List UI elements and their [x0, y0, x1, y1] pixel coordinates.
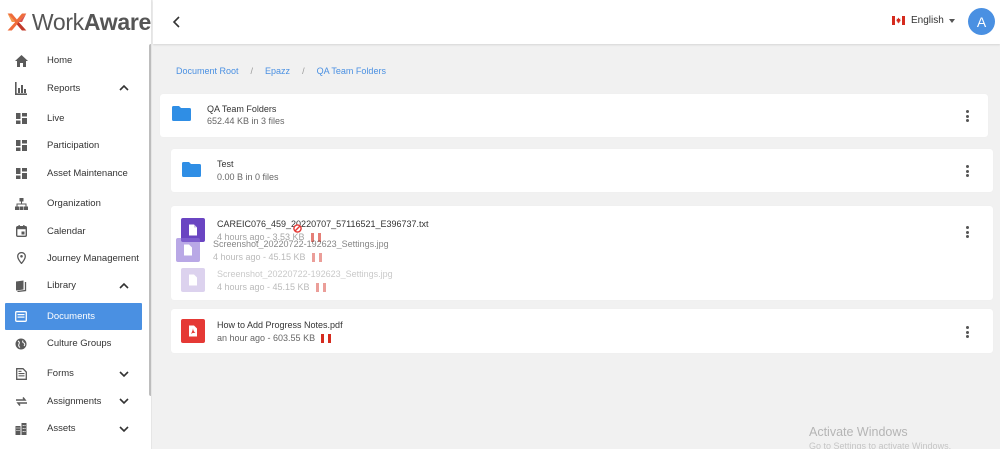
file-name[interactable]: CAREIC076_459_20220707_57116521_E396737.…: [217, 219, 429, 229]
sidebar-item-label: Asset Maintenance: [47, 167, 128, 179]
image-file-icon: [176, 238, 200, 262]
more-options-icon[interactable]: [961, 325, 973, 339]
building-icon: [14, 422, 28, 436]
canada-flag-icon: [321, 333, 334, 343]
sidebar-item-label: Culture Groups: [47, 338, 112, 350]
sidebar-item-calendar[interactable]: Calendar: [0, 217, 151, 244]
folder-name: Test: [217, 159, 234, 169]
folder-name: QA Team Folders: [207, 104, 277, 114]
sidebar-item-label: Organization: [47, 198, 101, 210]
sidebar-item-organization[interactable]: Organization: [0, 190, 151, 217]
sidebar-item-participation[interactable]: Participation: [0, 132, 151, 159]
dashboard-icon: [14, 166, 28, 180]
more-options-icon[interactable]: [961, 109, 973, 123]
caret-down-icon: [948, 18, 955, 23]
sidebar-item-documents[interactable]: Documents: [5, 302, 142, 330]
book-icon: [14, 279, 28, 293]
map-pin-icon: [14, 251, 28, 265]
breadcrumb-separator: /: [302, 66, 305, 76]
sidebar-item-label: Journey Management: [47, 252, 139, 264]
breadcrumb-item-document-root[interactable]: Document Root: [176, 66, 239, 76]
forms-icon: [14, 367, 28, 381]
file-meta: an hour ago - 603.55 KB: [217, 333, 334, 343]
chevron-down-icon[interactable]: [119, 424, 129, 434]
file-meta: 4 hours ago - 45.15 KB: [217, 282, 329, 292]
folder-icon: [182, 162, 201, 177]
top-bar: English A: [153, 0, 1000, 44]
workaware-logo-icon: [7, 13, 27, 31]
sidebar-item-label: Calendar: [47, 225, 86, 237]
folder-row-qa-team-folders[interactable]: QA Team Folders 652.44 KB in 3 files: [160, 94, 988, 137]
sidebar-item-label: Participation: [47, 140, 100, 152]
sidebar-scrollbar[interactable]: [149, 44, 151, 396]
canada-flag-icon: [311, 252, 325, 262]
document-icon: [14, 309, 28, 323]
activate-windows-subtitle: Go to Settings to activate Windows.: [809, 441, 952, 449]
brand-name: WorkAware: [31, 8, 151, 35]
breadcrumb: Document Root / Epazz / QA Team Folders: [176, 66, 386, 76]
more-options-icon[interactable]: [961, 225, 973, 239]
more-options-icon[interactable]: [961, 164, 973, 178]
breadcrumb-item-epazz[interactable]: Epazz: [265, 66, 290, 76]
breadcrumb-separator: /: [250, 66, 254, 76]
sidebar-item-culture-groups[interactable]: Culture Groups: [0, 330, 151, 357]
sidebar-item-assets[interactable]: Assets: [0, 415, 151, 442]
language-label: English: [911, 15, 944, 26]
drag-preview: Screenshot_20220722-192623_Settings.jpg …: [176, 236, 876, 266]
sync-icon: [14, 394, 28, 408]
sidebar-item-label: Reports: [47, 82, 81, 94]
sidebar-item-journey-management[interactable]: Journey Management: [0, 245, 151, 272]
sidebar-item-library[interactable]: Library: [0, 272, 151, 299]
sidebar-item-live[interactable]: Live: [0, 105, 151, 132]
chevron-up-icon[interactable]: [119, 83, 129, 93]
sidebar: WorkAware Home Reports Live Participatio…: [0, 0, 152, 449]
sidebar-item-asset-maintenance[interactable]: Asset Maintenance: [0, 160, 151, 187]
folder-meta: 652.44 KB in 3 files: [207, 116, 285, 126]
activate-windows-title: Activate Windows: [809, 425, 908, 439]
reports-icon: [14, 81, 28, 95]
canada-flag-icon: [315, 282, 329, 292]
file-name: How to Add Progress Notes.pdf: [217, 320, 343, 330]
sidebar-item-forms[interactable]: Forms: [0, 360, 151, 387]
canada-flag-icon: [892, 16, 905, 25]
avatar[interactable]: A: [968, 8, 995, 35]
pdf-file-icon: [181, 319, 205, 343]
chevron-down-icon[interactable]: [119, 369, 129, 379]
sidebar-item-label: Assignments: [47, 395, 102, 407]
folder-row-test[interactable]: Test 0.00 B in 0 files: [171, 149, 993, 192]
language-selector[interactable]: English: [892, 15, 955, 26]
chevron-down-icon[interactable]: [119, 396, 129, 406]
sidebar-item-label: Assets: [47, 423, 76, 435]
sidebar-item-label: Home: [47, 55, 73, 67]
no-drop-cursor-icon: [293, 224, 302, 233]
org-chart-icon: [14, 197, 28, 211]
sidebar-item-reports[interactable]: Reports: [0, 74, 151, 101]
sidebar-item-label: Library: [47, 280, 77, 292]
sidebar-item-label: Forms: [47, 368, 74, 380]
drag-file-name: Screenshot_20220722-192623_Settings.jpg: [213, 239, 389, 249]
file-name[interactable]: Screenshot_20220722-192623_Settings.jpg: [217, 269, 393, 279]
drag-file-meta: 4 hours ago - 45.15 KB: [213, 252, 325, 262]
image-file-icon: [181, 268, 205, 292]
chevron-up-icon[interactable]: [119, 281, 129, 291]
sidebar-item-assignments[interactable]: Assignments: [0, 388, 151, 415]
calendar-icon: [14, 224, 28, 238]
folder-meta: 0.00 B in 0 files: [217, 172, 279, 182]
file-row-pdf[interactable]: How to Add Progress Notes.pdf an hour ag…: [171, 309, 993, 353]
sidebar-item-home[interactable]: Home: [0, 47, 151, 74]
sidebar-nav: Home Reports Live Participation Asset Ma…: [0, 47, 151, 442]
back-chevron-icon[interactable]: [171, 15, 183, 29]
dashboard-icon: [14, 111, 28, 125]
breadcrumb-item-qa-team-folders[interactable]: QA Team Folders: [317, 66, 386, 76]
workaware-logo[interactable]: WorkAware: [0, 0, 151, 44]
sidebar-item-label: Documents: [47, 310, 96, 322]
globe-icon: [14, 337, 28, 351]
folder-icon: [172, 106, 191, 121]
dashboard-icon: [14, 139, 28, 153]
home-icon: [14, 54, 28, 68]
sidebar-item-label: Live: [47, 112, 65, 124]
